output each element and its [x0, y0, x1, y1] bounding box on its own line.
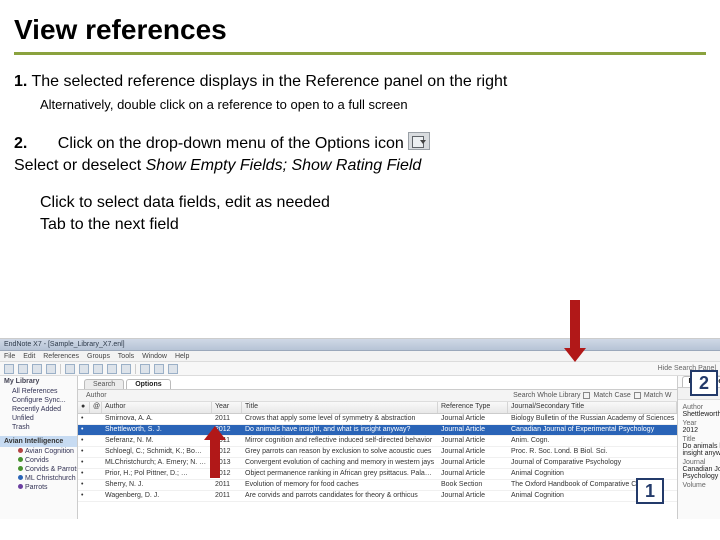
sidebar-item[interactable]: Unfiled — [0, 414, 77, 423]
app-menubar[interactable]: File Edit References Groups Tools Window… — [0, 351, 720, 362]
toolbar-icon[interactable] — [107, 364, 117, 374]
step-2-line1: Click on the drop-down menu of the Optio… — [58, 135, 404, 152]
step-2-line2a: Select or deselect — [14, 157, 146, 174]
step-1-sub: Alternatively, double click on a referen… — [40, 97, 706, 112]
callout-1: 1 — [636, 478, 664, 504]
toolbar-icon[interactable] — [93, 364, 103, 374]
field-value-author[interactable]: Shettleworth, S. J. — [682, 411, 720, 418]
toolbar-icon[interactable] — [168, 364, 178, 374]
reference-rows: •Smirnova, A. A.2011Crows that apply som… — [78, 414, 677, 519]
toolbar-separator — [135, 364, 136, 374]
match-word-checkbox[interactable] — [634, 392, 641, 399]
toolbar-separator — [60, 364, 61, 374]
table-row[interactable]: •Wagenberg, D. J.2011Are corvids and par… — [78, 491, 677, 502]
title-rule — [14, 52, 706, 55]
sidebar-item[interactable]: Trash — [0, 423, 77, 432]
search-scope-label[interactable]: Search Whole Library — [513, 392, 580, 399]
toolbar-icon[interactable] — [154, 364, 164, 374]
reference-panel: Reference Preview Attached PDFs Show Emp… — [678, 376, 720, 519]
app-toolbar: Hide Search Panel — [0, 362, 720, 376]
toolbar-icon[interactable] — [46, 364, 56, 374]
table-row[interactable]: •Smirnova, A. A.2011Crows that apply som… — [78, 414, 677, 425]
field-value-year[interactable]: 2012 — [682, 427, 720, 434]
search-filter-row: Author Search Whole Library Match Case M… — [78, 390, 677, 402]
toolbar-icon[interactable] — [18, 364, 28, 374]
match-case-checkbox[interactable] — [583, 392, 590, 399]
toolbar-icon[interactable] — [79, 364, 89, 374]
sidebar-set[interactable]: Avian Cognition — [0, 447, 77, 456]
callout-2: 2 — [690, 370, 718, 396]
menu-references[interactable]: References — [43, 353, 79, 360]
toolbar-icon[interactable] — [32, 364, 42, 374]
tab-search[interactable]: Search — [84, 379, 124, 389]
step-1-num: 1. — [14, 73, 27, 90]
menu-file[interactable]: File — [4, 353, 15, 360]
filter-field-label[interactable]: Author — [86, 392, 107, 399]
col-hdr-author[interactable]: Author — [102, 402, 212, 413]
step-2-line2-options: Show Empty Fields; Show Rating Field — [146, 157, 422, 174]
page-title: View references — [0, 0, 720, 52]
menu-tools[interactable]: Tools — [118, 353, 134, 360]
field-label-author: Author — [682, 404, 720, 411]
col-hdr-icon[interactable]: ● — [78, 402, 90, 413]
reference-fields: Author Shettleworth, S. J. Year 2012 Tit… — [678, 400, 720, 491]
arrow-up-icon — [204, 426, 226, 478]
sidebar-item[interactable]: All References — [0, 387, 77, 396]
table-row[interactable]: •Prior, H.; Pol Pittner, D.; …2012Object… — [78, 469, 677, 480]
field-label-title: Title — [682, 436, 720, 443]
library-sidebar: My Library All References Configure Sync… — [0, 376, 78, 519]
reference-list-pane: Search Options Author Search Whole Libra… — [78, 376, 678, 519]
options-icon — [408, 132, 430, 150]
col-hdr-reftype[interactable]: Reference Type — [438, 402, 508, 413]
step-2-num: 2. — [14, 135, 27, 152]
menu-edit[interactable]: Edit — [23, 353, 35, 360]
table-row[interactable]: •Schloegl, C.; Schmidt, K.; Bo…2012Grey … — [78, 447, 677, 458]
field-value-title[interactable]: Do animals have insight, and what is ins… — [682, 443, 720, 457]
menu-help[interactable]: Help — [175, 353, 189, 360]
field-label-volume: Volume — [682, 482, 720, 489]
step-1-text: The selected reference displays in the R… — [32, 73, 508, 90]
sidebar-set[interactable]: Corvids & Parrots — [0, 465, 77, 474]
center-tabs: Search Options — [78, 376, 677, 390]
col-hdr-journal[interactable]: Journal/Secondary Title — [508, 402, 677, 413]
step-2: 2. Click on the drop-down menu of the Op… — [14, 132, 706, 176]
step-2-extra2: Tab to the next field — [40, 214, 706, 236]
table-row[interactable]: •Seferanz, N. M.2011Mirror cognition and… — [78, 436, 677, 447]
table-row[interactable]: •Sherry, N. J.2011Evolution of memory fo… — [78, 480, 677, 491]
toolbar-icon[interactable] — [4, 364, 14, 374]
sidebar-item[interactable]: Configure Sync... — [0, 396, 77, 405]
col-hdr-title[interactable]: Title — [242, 402, 438, 413]
tab-options[interactable]: Options — [126, 379, 170, 389]
toolbar-icon[interactable] — [140, 364, 150, 374]
list-column-headers: ● @ Author Year Title Reference Type Jou… — [78, 402, 677, 414]
field-label-journal: Journal — [682, 459, 720, 466]
app-screenshot: EndNote X7 - [Sample_Library_X7.enl] Fil… — [0, 338, 720, 518]
table-row[interactable]: •MLChristchurch; A. Emery; N. J…2013Conv… — [78, 458, 677, 469]
sidebar-item[interactable]: Recently Added — [0, 405, 77, 414]
arrow-down-icon — [564, 300, 586, 362]
toolbar-icon[interactable] — [65, 364, 75, 374]
field-label-year: Year — [682, 420, 720, 427]
window-titlebar: EndNote X7 - [Sample_Library_X7.enl] — [0, 339, 720, 351]
sidebar-group[interactable]: Avian Intelligence — [0, 436, 77, 447]
step-2-extra1: Click to select data fields, edit as nee… — [40, 192, 706, 214]
sidebar-set[interactable]: Parrots — [0, 483, 77, 492]
table-row[interactable]: •Shettleworth, S. J.2012Do animals have … — [78, 425, 677, 436]
sidebar-set[interactable]: ML Christchurch — [0, 474, 77, 483]
col-hdr-attach[interactable]: @ — [90, 402, 102, 413]
menu-groups[interactable]: Groups — [87, 353, 110, 360]
step-1: 1. The selected reference displays in th… — [14, 73, 706, 91]
sidebar-set[interactable]: Corvids — [0, 456, 77, 465]
toolbar-icon[interactable] — [121, 364, 131, 374]
col-hdr-year[interactable]: Year — [212, 402, 242, 413]
field-value-journal[interactable]: Canadian Journal of Experimental Psychol… — [682, 466, 720, 480]
menu-window[interactable]: Window — [142, 353, 167, 360]
sidebar-header: My Library — [0, 376, 77, 387]
